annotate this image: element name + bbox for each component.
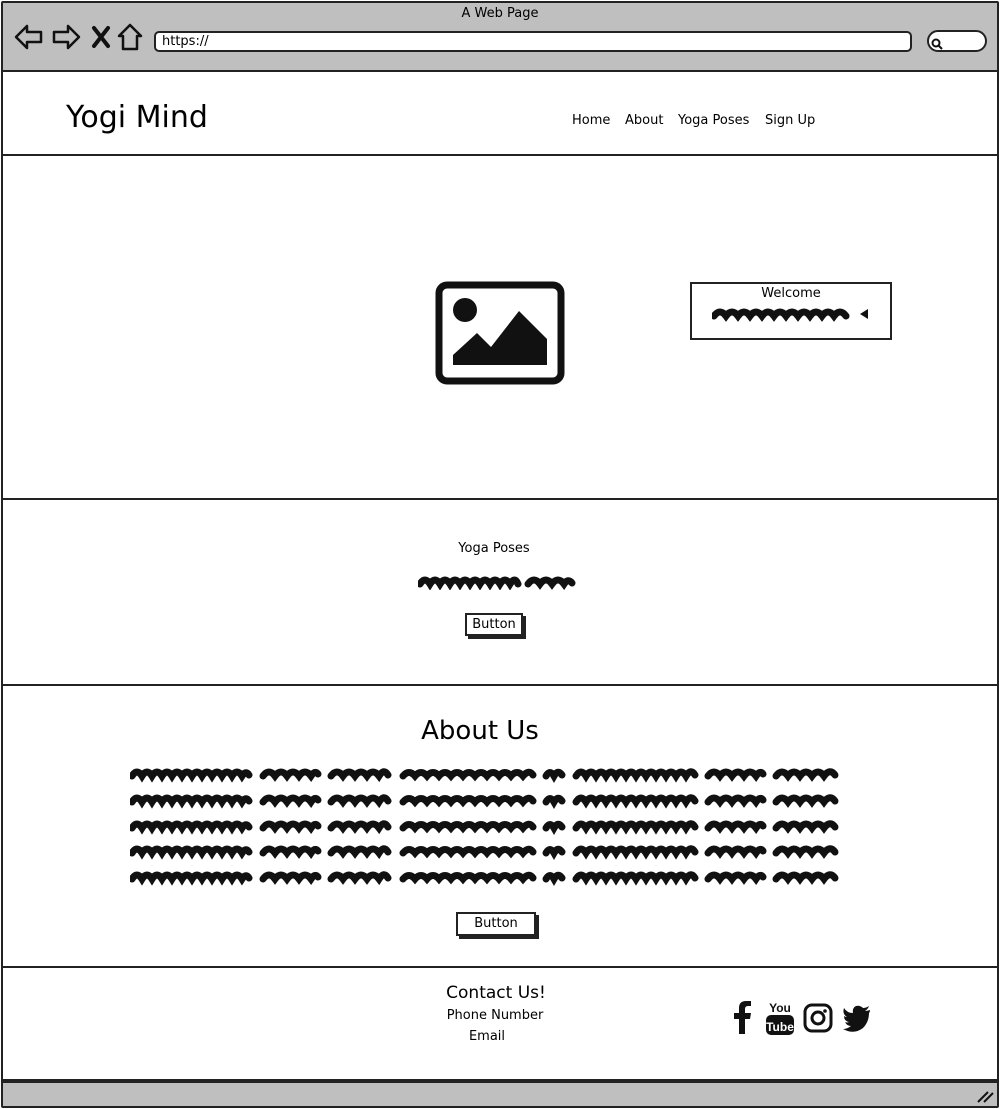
- browser-window-frame: [1, 1, 999, 1108]
